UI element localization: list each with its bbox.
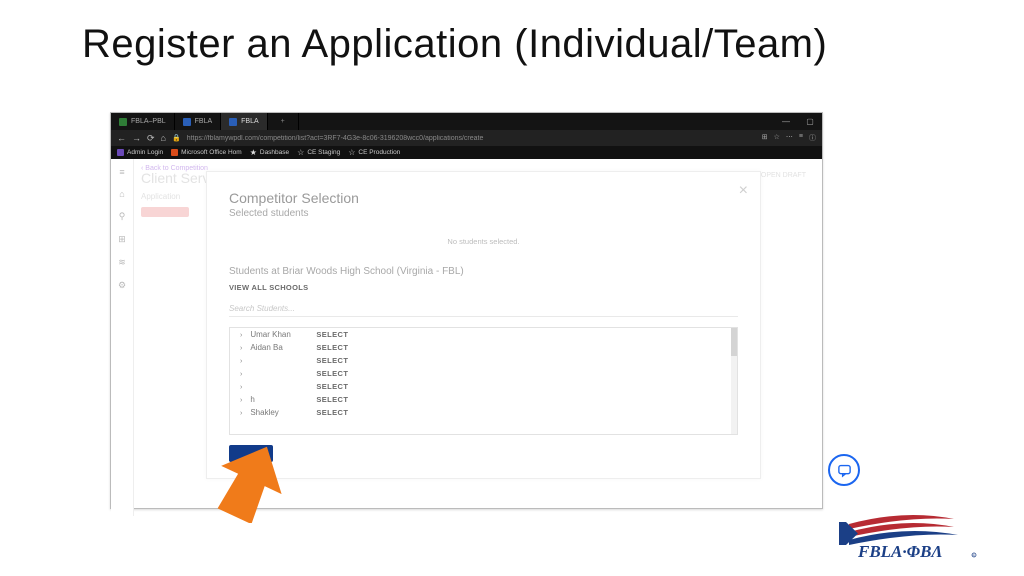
tab-label: FBLA bbox=[241, 118, 259, 125]
select-button[interactable]: SELECT bbox=[316, 356, 348, 365]
select-button[interactable]: SELECT bbox=[316, 369, 348, 378]
gear-icon[interactable]: ⚙ bbox=[118, 280, 126, 291]
trophy-icon[interactable]: ⚲ bbox=[119, 211, 126, 222]
student-row: › SELECT bbox=[230, 354, 737, 367]
bookmark-icon bbox=[117, 149, 124, 156]
modal-subtitle: Selected students bbox=[229, 208, 738, 219]
modal-title: Competitor Selection bbox=[229, 190, 738, 206]
chat-widget-button[interactable] bbox=[828, 454, 860, 486]
select-button[interactable]: SELECT bbox=[316, 330, 348, 339]
tab-label: FBLA–PBL bbox=[131, 118, 166, 125]
bookmark-item[interactable]: ☆CE Production bbox=[348, 148, 400, 157]
favicon-icon bbox=[183, 118, 191, 126]
reload-button[interactable]: ⟳ bbox=[147, 133, 155, 144]
student-name: Aidan Ba bbox=[250, 343, 308, 352]
window-minimize-button[interactable]: — bbox=[774, 113, 798, 130]
view-all-schools-link[interactable]: VIEW ALL SCHOOLS bbox=[229, 283, 738, 292]
address-bar: ← → ⟳ ⌂ 🔒 https://fblamywpdl.com/competi… bbox=[111, 130, 822, 146]
caret-icon: › bbox=[240, 345, 242, 352]
list-icon[interactable]: ≋ bbox=[118, 257, 126, 268]
caret-icon: › bbox=[240, 384, 242, 391]
student-row: › SELECT bbox=[230, 380, 737, 393]
caret-icon: › bbox=[240, 371, 242, 378]
ghost-button bbox=[141, 207, 189, 217]
bookmark-label: Microsoft Office Hom bbox=[181, 149, 242, 156]
caret-icon: › bbox=[240, 397, 242, 404]
bookmark-label: CE Production bbox=[358, 149, 400, 156]
student-list: › Umar Khan SELECT › Aidan Ba SELECT › S… bbox=[229, 327, 738, 435]
star-icon: ☆ bbox=[348, 148, 355, 157]
browser-tab[interactable]: FBLA bbox=[175, 113, 222, 130]
tab-strip: FBLA–PBL FBLA FBLA + — ▢ bbox=[111, 113, 822, 130]
bookmark-label: CE Staging bbox=[307, 149, 340, 156]
browser-tab[interactable]: FBLA–PBL bbox=[111, 113, 175, 130]
nav-back-button[interactable]: ← bbox=[117, 133, 126, 143]
profile-icon[interactable]: ⓘ bbox=[809, 133, 816, 143]
student-name: Shakley bbox=[250, 408, 308, 417]
student-name: h bbox=[250, 395, 308, 404]
bookmark-item[interactable]: Admin Login bbox=[117, 149, 163, 156]
left-nav-rail: ≡ ⌂ ⚲ ⊞ ≋ ⚙ bbox=[111, 159, 134, 516]
bookmark-label: Dashbase bbox=[260, 149, 289, 156]
extensions-icon[interactable]: ⋯ bbox=[786, 133, 793, 143]
favicon-icon bbox=[119, 118, 127, 126]
bookmark-item[interactable]: ★Dashbase bbox=[250, 148, 289, 157]
menu-icon[interactable]: ≡ bbox=[119, 167, 124, 177]
bookmark-item[interactable]: ☆CE Staging bbox=[297, 148, 340, 157]
page-body: ≡ ⌂ ⚲ ⊞ ≋ ⚙ ‹ Back to Competition Client… bbox=[111, 159, 822, 508]
competitor-selection-modal: × Competitor Selection Selected students… bbox=[206, 171, 761, 479]
browser-tab-active[interactable]: FBLA bbox=[221, 113, 268, 130]
open-draft-ghost: ✎ OPEN DRAFT bbox=[753, 171, 806, 179]
bookmarks-bar: Admin Login Microsoft Office Hom ★Dashba… bbox=[111, 146, 822, 159]
scrollbar-thumb[interactable] bbox=[731, 328, 737, 356]
student-row: › h SELECT bbox=[230, 393, 737, 406]
slide-title: Register an Application (Individual/Team… bbox=[82, 22, 1024, 67]
home-icon[interactable]: ⌂ bbox=[119, 189, 124, 199]
fbla-pbl-logo: FBLA·ΦBΛ R bbox=[828, 512, 980, 560]
student-name: Umar Khan bbox=[250, 330, 308, 339]
star-icon: ★ bbox=[250, 148, 257, 157]
student-search bbox=[229, 298, 738, 317]
lock-icon: 🔒 bbox=[172, 134, 181, 142]
student-row: › Shakley SELECT bbox=[230, 406, 737, 419]
caret-icon: › bbox=[240, 358, 242, 365]
school-section-header: Students at Briar Woods High School (Vir… bbox=[229, 266, 738, 277]
bookmark-icon bbox=[171, 149, 178, 156]
grid-icon[interactable]: ⊞ bbox=[118, 234, 126, 245]
select-button[interactable]: SELECT bbox=[316, 395, 348, 404]
favicon-icon bbox=[229, 118, 237, 126]
select-button[interactable]: SELECT bbox=[316, 408, 348, 417]
chat-icon bbox=[837, 463, 852, 478]
window-controls: — ▢ bbox=[774, 113, 822, 130]
modal-footer bbox=[229, 445, 738, 462]
star-icon: ☆ bbox=[297, 148, 304, 157]
favorite-icon[interactable]: ☆ bbox=[774, 133, 780, 143]
select-button[interactable]: SELECT bbox=[316, 382, 348, 391]
student-row: › SELECT bbox=[230, 367, 737, 380]
bookmark-item[interactable]: Microsoft Office Hom bbox=[171, 149, 242, 156]
student-row: › Umar Khan SELECT bbox=[230, 328, 737, 341]
caret-icon: › bbox=[240, 332, 242, 339]
select-button[interactable]: SELECT bbox=[316, 343, 348, 352]
reader-icon[interactable]: ⊞ bbox=[762, 133, 768, 143]
student-row: › Aidan Ba SELECT bbox=[230, 341, 737, 354]
home-button[interactable]: ⌂ bbox=[161, 133, 166, 143]
caret-icon: › bbox=[240, 410, 242, 417]
close-icon[interactable]: × bbox=[739, 182, 748, 200]
url-text[interactable]: https://fblamywpdl.com/competition/list?… bbox=[187, 135, 756, 142]
nav-forward-button[interactable]: → bbox=[132, 133, 141, 143]
menu-icon[interactable]: ≡ bbox=[799, 133, 803, 143]
logo-text: FBLA·ΦBΛ bbox=[857, 542, 943, 560]
done-button[interactable] bbox=[229, 445, 273, 462]
browser-window: FBLA–PBL FBLA FBLA + — ▢ ← → ⟳ ⌂ 🔒 https… bbox=[110, 112, 823, 509]
empty-state-text: No students selected. bbox=[229, 237, 738, 246]
tab-label: FBLA bbox=[195, 118, 213, 125]
bookmark-label: Admin Login bbox=[127, 149, 163, 156]
window-maximize-button[interactable]: ▢ bbox=[798, 113, 822, 130]
search-input[interactable] bbox=[229, 301, 738, 316]
new-tab-button[interactable]: + bbox=[268, 113, 299, 130]
